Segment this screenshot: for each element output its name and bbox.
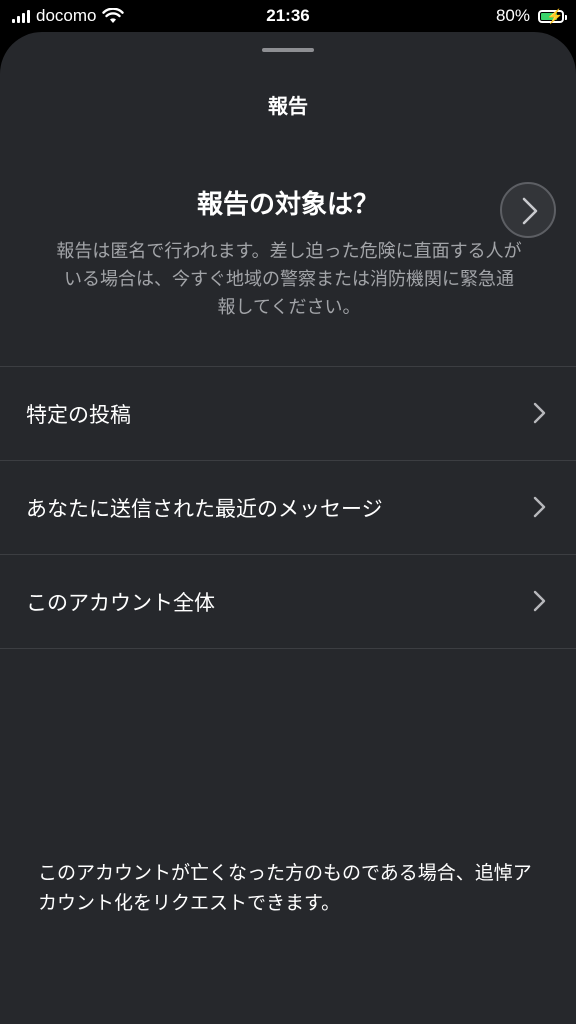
charging-bolt-icon: ⚡ bbox=[546, 7, 564, 24]
sheet-grabber-handle[interactable] bbox=[262, 48, 314, 52]
status-bar: docomo 21:36 80% ⚡ bbox=[0, 0, 576, 32]
status-time: 21:36 bbox=[266, 6, 310, 25]
chevron-right-icon bbox=[533, 496, 546, 518]
memorialization-link-text[interactable]: このアカウントが亡くなった方のものである場合、追悼アカウント化をリクエストできま… bbox=[38, 858, 548, 918]
report-sheet: 報告 報告の対象は？ 報告は匿名で行われます。差し迫った危険に直面する人がいる場… bbox=[0, 32, 576, 1024]
option-recent-messages[interactable]: あなたに送信された最近のメッセージ bbox=[0, 461, 576, 554]
chevron-right-circle-icon bbox=[522, 197, 538, 225]
option-specific-post[interactable]: 特定の投稿 bbox=[0, 367, 576, 460]
report-question-heading: 報告の対象は？ bbox=[196, 190, 379, 220]
chevron-right-icon bbox=[533, 402, 546, 424]
sheet-title: 報告 bbox=[268, 94, 308, 118]
floating-next-button[interactable] bbox=[500, 182, 556, 238]
option-entire-account[interactable]: このアカウント全体 bbox=[0, 555, 576, 648]
option-label: このアカウント全体 bbox=[26, 591, 215, 615]
battery-charging-icon: ⚡ bbox=[538, 7, 567, 24]
chevron-right-icon bbox=[533, 590, 546, 612]
report-description: 報告は匿名で行われます。差し迫った危険に直面する人がいる場合は、今すぐ地域の警察… bbox=[56, 241, 522, 318]
status-right: 80% ⚡ bbox=[495, 6, 567, 26]
option-label: 特定の投稿 bbox=[26, 403, 131, 427]
battery-percent: 80% bbox=[495, 6, 530, 25]
option-label: あなたに送信された最近のメッセージ bbox=[26, 497, 383, 521]
divider bbox=[0, 648, 576, 649]
